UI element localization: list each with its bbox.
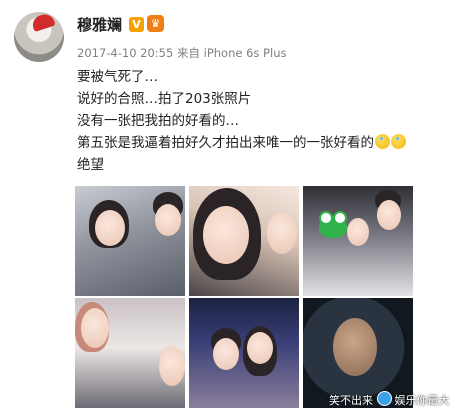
face-shape — [333, 318, 377, 376]
post-timestamp[interactable]: 2017-4-10 20:55 — [77, 46, 173, 60]
post-line-4: 第五张是我逼着拍好久才拍出来唯一的一张好看的 — [77, 132, 457, 154]
photo-grid: 笑不出来 娱乐你最大 — [75, 186, 450, 408]
photo-1[interactable] — [75, 186, 185, 296]
photo-2[interactable] — [189, 186, 299, 296]
post-meta: 2017-4-10 20:55 来自 iPhone 6s Plus — [77, 45, 286, 61]
post-text: 要被气死了… 说好的合照…拍了203张照片 没有一张把我拍的好看的… 第五张是我… — [77, 66, 457, 176]
face-shape — [95, 210, 125, 246]
watermark-left-text: 笑不出来 — [329, 394, 373, 407]
member-crown-icon[interactable]: ♛ — [147, 15, 164, 32]
face-shape — [267, 212, 297, 254]
watermark: 笑不出来 娱乐你最大 — [329, 391, 450, 408]
weibo-logo-icon — [376, 391, 392, 406]
post-line-3: 没有一张把我拍的好看的… — [77, 113, 239, 129]
frog-sticker-icon — [319, 211, 347, 238]
face-shape — [247, 332, 273, 364]
face-shape — [213, 338, 239, 370]
santa-hat-decoration — [30, 12, 56, 33]
sweat-smile-emoji-icon — [391, 134, 406, 149]
watermark-right-text: 娱乐你最大 — [394, 394, 450, 407]
avatar[interactable] — [14, 12, 64, 62]
face-shape — [155, 204, 181, 236]
post-line-1: 要被气死了… — [77, 69, 158, 85]
face-shape — [203, 206, 249, 264]
photo-5[interactable] — [189, 298, 299, 408]
face-shape — [347, 218, 369, 246]
post-line-4-text: 第五张是我逼着拍好久才拍出来唯一的一张好看的 — [77, 135, 374, 151]
username[interactable]: 穆雅斓 — [77, 14, 122, 35]
post-source: 来自 iPhone 6s Plus — [176, 46, 287, 60]
face-shape — [159, 346, 185, 386]
post-line-5: 绝望 — [77, 157, 104, 173]
face-shape — [377, 200, 401, 230]
post-line-2: 说好的合照…拍了203张照片 — [77, 91, 252, 107]
photo-4[interactable] — [75, 298, 185, 408]
verified-badge-icon[interactable]: V — [129, 17, 144, 32]
photo-3[interactable] — [303, 186, 413, 296]
sweat-smile-emoji-icon — [375, 134, 390, 149]
face-shape — [81, 308, 109, 348]
